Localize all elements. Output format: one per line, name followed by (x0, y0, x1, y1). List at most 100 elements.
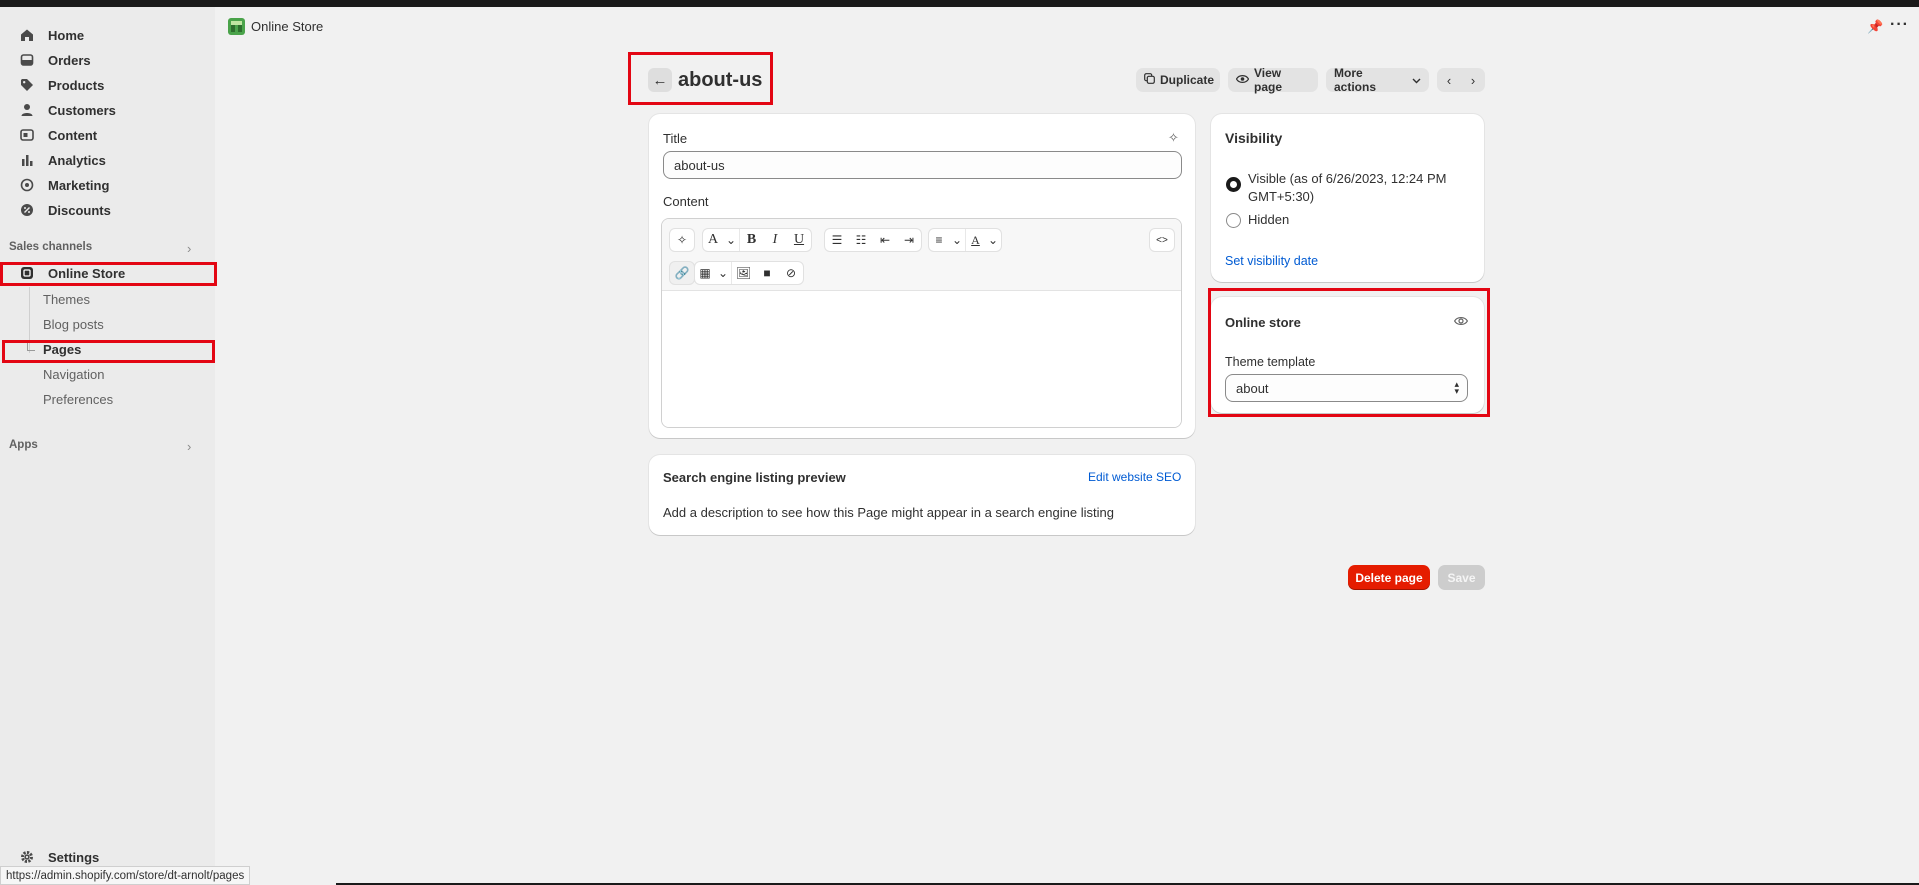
chevron-right-icon[interactable]: › (187, 439, 191, 454)
apps-heading[interactable]: Apps (9, 439, 38, 451)
bar-chart-icon (18, 151, 36, 169)
view-page-button[interactable]: View page (1228, 66, 1318, 94)
sidebar-item-label: Products (48, 77, 105, 93)
highlight-online-store-card (1208, 288, 1490, 417)
tag-icon (18, 76, 36, 94)
more-options-icon[interactable]: ··· (1890, 16, 1909, 34)
home-icon (18, 26, 36, 44)
sidebar-item-discounts[interactable]: Discounts (8, 199, 111, 221)
seo-preview-card: Search engine listing preview Edit websi… (649, 455, 1195, 535)
sidebar-subitem-navigation[interactable]: Navigation (43, 367, 104, 382)
sidebar-item-content[interactable]: Content (8, 124, 97, 146)
chevron-down-icon[interactable]: ⌄ (985, 229, 1001, 251)
sparkle-ai-icon[interactable]: ✧ (1168, 130, 1179, 146)
sidebar-subitem-blog-posts[interactable]: Blog posts (43, 317, 104, 332)
edit-seo-link[interactable]: Edit website SEO (1088, 470, 1181, 484)
indent-icon[interactable]: ⇥ (897, 229, 921, 251)
sales-channels-heading[interactable]: Sales channels (9, 241, 92, 253)
target-icon (18, 176, 36, 194)
app-header: Online Store 📌 ··· (215, 7, 1919, 47)
chevron-down-icon[interactable]: ⌄ (949, 229, 965, 251)
insert-group: ▦ ⌄ 🖼 ■ ⊘ (694, 261, 804, 285)
copy-icon (1144, 73, 1155, 87)
content-label: Content (663, 194, 709, 209)
sidebar-item-label: Settings (48, 849, 100, 865)
hidden-radio[interactable] (1226, 213, 1241, 228)
status-bar-url: https://admin.shopify.com/store/dt-arnol… (0, 866, 251, 885)
bullet-list-icon[interactable]: ☰ (825, 229, 849, 251)
seo-card-title: Search engine listing preview (663, 470, 846, 485)
person-icon (18, 101, 36, 119)
sidebar-item-products[interactable]: Products (8, 74, 104, 96)
highlight-online-store (0, 262, 217, 286)
clear-format-icon[interactable]: ⊘ (779, 262, 803, 284)
video-icon[interactable]: ■ (755, 262, 779, 284)
editor-toolbar: ✧ A ⌄ B I U ☰ ☷ ⇤ ⇥ ≡ ⌄ A ⌄ <> 🔗 ▦ ⌄ 🖼 ■… (662, 219, 1181, 291)
highlight-pages (2, 340, 215, 363)
visibility-card: Visibility Visible (as of 6/26/2023, 12:… (1211, 114, 1484, 282)
text-color-icon[interactable]: A (965, 229, 985, 251)
sidebar-item-label: Customers (48, 102, 116, 118)
chevron-right-icon[interactable]: › (187, 241, 191, 256)
text-format-group: A ⌄ B I U (702, 228, 812, 252)
sidebar-item-customers[interactable]: Customers (8, 99, 116, 121)
delete-page-button[interactable]: Delete page (1348, 565, 1430, 590)
browser-top-strip (0, 0, 1919, 7)
previous-page-button[interactable]: ‹ (1437, 68, 1461, 92)
chevron-down-icon[interactable]: ⌄ (723, 229, 739, 251)
sidebar-item-orders[interactable]: Orders (8, 49, 91, 71)
save-button[interactable]: Save (1438, 565, 1485, 590)
discount-icon (18, 201, 36, 219)
sidebar-item-label: Marketing (48, 177, 110, 193)
pin-icon[interactable]: 📌 (1867, 19, 1883, 35)
italic-icon[interactable]: I (763, 229, 787, 251)
sidebar-item-label: Content (48, 127, 98, 143)
title-input[interactable]: about-us (663, 151, 1182, 179)
sidebar-item-home[interactable]: Home (8, 24, 84, 46)
sidebar-item-label: Orders (48, 52, 91, 68)
chevron-down-icon (1412, 73, 1421, 87)
sidebar-item-analytics[interactable]: Analytics (8, 149, 106, 171)
sidebar-item-label: Discounts (48, 202, 111, 218)
title-label: Title (663, 131, 688, 146)
sidebar-item-label: Analytics (48, 152, 106, 168)
eye-icon (1235, 73, 1250, 87)
sidebar-item-settings[interactable]: Settings (8, 846, 99, 868)
table-icon[interactable]: ▦ (695, 262, 715, 284)
sidebar-item-marketing[interactable]: Marketing (8, 174, 109, 196)
chevron-down-icon[interactable]: ⌄ (715, 262, 731, 284)
insert-link-button[interactable]: 🔗 (669, 261, 695, 285)
underline-icon[interactable]: U (787, 229, 811, 251)
prev-next-pager: ‹ › (1437, 68, 1485, 92)
next-page-button[interactable]: › (1461, 68, 1485, 92)
hidden-label: Hidden (1248, 212, 1290, 227)
editor-body[interactable] (662, 291, 1181, 427)
align-group: ≡ ⌄ A ⌄ (928, 228, 1002, 252)
visible-radio[interactable] (1226, 177, 1241, 192)
seo-description: Add a description to see how this Page m… (663, 505, 1114, 520)
outdent-icon[interactable]: ⇤ (873, 229, 897, 251)
orders-icon (18, 51, 36, 69)
sidebar-subitem-preferences[interactable]: Preferences (43, 392, 113, 407)
ai-generate-button[interactable]: ✧ (669, 228, 695, 252)
highlight-page-title (628, 52, 773, 105)
gear-icon (18, 848, 36, 866)
sidebar-subitem-themes[interactable]: Themes (43, 292, 90, 307)
html-view-button[interactable]: <> (1149, 228, 1175, 252)
code-icon: <> (1156, 234, 1168, 246)
rich-text-editor: ✧ A ⌄ B I U ☰ ☷ ⇤ ⇥ ≡ ⌄ A ⌄ <> 🔗 ▦ ⌄ 🖼 ■… (661, 218, 1182, 428)
page-content-card: Title ✧ about-us Content ✧ A ⌄ B I U ☰ ☷… (649, 114, 1195, 438)
image-icon[interactable]: 🖼 (731, 262, 755, 284)
align-left-icon[interactable]: ≡ (929, 229, 949, 251)
list-group: ☰ ☷ ⇤ ⇥ (824, 228, 922, 252)
online-store-logo-icon (228, 18, 245, 35)
bold-icon[interactable]: B (739, 229, 763, 251)
content-icon (18, 126, 36, 144)
sidebar-item-label: Home (48, 27, 85, 43)
sidebar: Home Orders Products Customers Content A… (0, 7, 215, 885)
more-actions-button[interactable]: More actions (1326, 66, 1429, 94)
numbered-list-icon[interactable]: ☷ (849, 229, 873, 251)
set-visibility-date-link[interactable]: Set visibility date (1225, 254, 1318, 268)
duplicate-button[interactable]: Duplicate (1136, 68, 1220, 92)
font-style-icon[interactable]: A (703, 229, 723, 251)
